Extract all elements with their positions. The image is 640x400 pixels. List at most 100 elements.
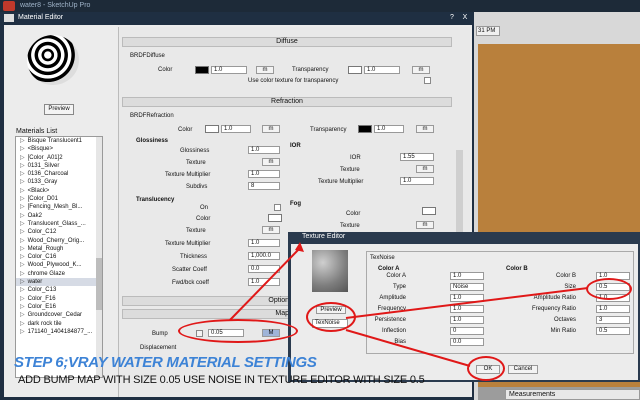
fog-texture-button[interactable]: m	[416, 221, 434, 229]
list-item[interactable]: ▷ [Fencing_Mesh_Bl...	[16, 203, 102, 211]
list-item[interactable]: ▷ [Color_A01]2	[16, 154, 102, 162]
tex-param-field[interactable]: 3	[596, 316, 630, 324]
translucency-color-swatch[interactable]	[268, 214, 282, 222]
tex-param-label: Persistence	[374, 317, 406, 323]
expand-arrow-icon[interactable]: ▷	[20, 171, 25, 177]
translucency-texture-multiplier-field[interactable]: 1.0	[248, 239, 280, 247]
subdivs-field[interactable]: 8	[248, 182, 280, 190]
expand-arrow-icon[interactable]: ▷	[20, 238, 25, 244]
diffuse-color-swatch[interactable]	[195, 66, 209, 74]
expand-arrow-icon[interactable]: ▷	[20, 271, 25, 277]
fog-color-swatch[interactable]	[422, 207, 436, 215]
materials-scroll-thumb[interactable]	[96, 258, 102, 310]
help-button[interactable]: ?	[447, 13, 457, 22]
list-item[interactable]: ▷ Color_C12	[16, 228, 102, 236]
refraction-transparency-field[interactable]: 1.0	[374, 125, 404, 133]
list-item[interactable]: ▷ Color_C13	[16, 286, 102, 294]
ior-field[interactable]: 1.55	[400, 153, 434, 161]
ior-texture-button[interactable]: m	[416, 165, 434, 173]
translucency-on-checkbox[interactable]	[274, 204, 281, 211]
expand-arrow-icon[interactable]: ▷	[20, 146, 25, 152]
expand-arrow-icon[interactable]: ▷	[20, 296, 25, 302]
materials-list[interactable]: ▷ Bisque Translucent1 ▷ <Bisque> ▷ [Color_A01…	[15, 136, 103, 378]
expand-arrow-icon[interactable]: ▷	[20, 279, 25, 285]
list-item[interactable]: ▷ dark rock tile	[16, 320, 102, 328]
expand-arrow-icon[interactable]: ▷	[20, 287, 25, 293]
preview-button[interactable]: Preview	[44, 104, 74, 115]
refraction-section-header[interactable]: Refraction	[122, 97, 452, 107]
list-item[interactable]: ▷ Translucent_Glass_...	[16, 220, 102, 228]
diffuse-transparency-map-button[interactable]: m	[412, 66, 430, 74]
list-item[interactable]: ▷ 171140_1404184877_...	[16, 328, 102, 336]
refraction-transparency-map-button[interactable]: m	[416, 125, 434, 133]
diffuse-color-field[interactable]: 1.0	[211, 66, 247, 74]
expand-arrow-icon[interactable]: ▷	[20, 204, 25, 210]
list-item[interactable]: ▷ Groundcover_Cedar	[16, 311, 102, 319]
fwd-bck-coeff-field[interactable]: 1.0	[248, 278, 280, 286]
expand-arrow-icon[interactable]: ▷	[20, 188, 25, 194]
list-item[interactable]: ▷ [Color_D01	[16, 195, 102, 203]
glossiness-texture-button[interactable]: m	[262, 158, 280, 166]
use-color-texture-checkbox[interactable]	[424, 77, 431, 84]
expand-arrow-icon[interactable]: ▷	[20, 254, 25, 260]
diffuse-transparency-field[interactable]: 1.0	[364, 66, 400, 74]
refraction-transparency-swatch[interactable]	[358, 125, 372, 133]
refraction-color-swatch[interactable]	[205, 125, 219, 133]
list-item[interactable]: ▷ <Black>	[16, 187, 102, 195]
list-item[interactable]: ▷ Color_E16	[16, 303, 102, 311]
maps-section-header[interactable]: Map	[122, 309, 292, 319]
list-item[interactable]: ▷ 0133_Gray	[16, 178, 102, 186]
materials-scrollbar[interactable]	[96, 137, 102, 377]
tex-param-field[interactable]: 1.0	[596, 305, 630, 313]
refraction-color-field[interactable]: 1.0	[221, 125, 251, 133]
expand-arrow-icon[interactable]: ▷	[20, 163, 25, 169]
expand-arrow-icon[interactable]: ▷	[20, 155, 25, 161]
expand-arrow-icon[interactable]: ▷	[20, 229, 25, 235]
expand-arrow-icon[interactable]: ▷	[20, 304, 25, 310]
list-item[interactable]: ▷ Color_C16	[16, 253, 102, 261]
expand-arrow-icon[interactable]: ▷	[20, 196, 25, 202]
thickness-field[interactable]: 1,000.0	[248, 252, 280, 260]
expand-arrow-icon[interactable]: ▷	[20, 312, 25, 318]
glossiness-texture-multiplier-field[interactable]: 1.0	[248, 170, 280, 178]
tex-param-field[interactable]: 1.0	[450, 316, 484, 324]
measurements-box[interactable]: Measurements	[505, 389, 640, 400]
expand-arrow-icon[interactable]: ▷	[20, 321, 25, 327]
list-item[interactable]: ▷ Bisque Translucent1	[16, 137, 102, 145]
expand-arrow-icon[interactable]: ▷	[20, 221, 25, 227]
expand-arrow-icon[interactable]: ▷	[20, 262, 25, 268]
list-item[interactable]: ▷ Oak2	[16, 212, 102, 220]
tex-param-field[interactable]: 1.0	[450, 272, 484, 280]
ior-texture-multiplier-field[interactable]: 1.0	[400, 177, 434, 185]
expand-arrow-icon[interactable]: ▷	[20, 329, 25, 335]
tex-param-field[interactable]: 1.0	[450, 305, 484, 313]
tex-param-field[interactable]: 0.0	[450, 338, 484, 346]
tex-param-field[interactable]: 0	[450, 327, 484, 335]
list-item[interactable]: ▷ 0131_Silver	[16, 162, 102, 170]
list-item[interactable]: ▷ 0136_Charcoal	[16, 170, 102, 178]
cancel-button[interactable]: Cancel	[508, 365, 538, 374]
list-item[interactable]: ▷ Color_F16	[16, 295, 102, 303]
diffuse-transparency-swatch[interactable]	[348, 66, 362, 74]
tex-param-field[interactable]: 1.0	[450, 294, 484, 302]
translucency-texture-button[interactable]: m	[262, 226, 280, 234]
diffuse-color-map-button[interactable]: m	[256, 66, 274, 74]
glossiness-field[interactable]: 1.0	[248, 146, 280, 154]
tex-param-field[interactable]: Noise	[450, 283, 484, 291]
list-item[interactable]: ▷ <Bisque>	[16, 145, 102, 153]
list-item[interactable]: ▷ water	[16, 278, 102, 287]
diffuse-section-header[interactable]: Diffuse	[122, 37, 452, 47]
list-item[interactable]: ▷ Wood_Plywood_K...	[16, 261, 102, 269]
list-item[interactable]: ▷ chrome Glaze	[16, 270, 102, 278]
list-item[interactable]: ▷ Wood_Cherry_Orig...	[16, 237, 102, 245]
close-button[interactable]: X	[460, 13, 470, 22]
list-item[interactable]: ▷ Metal_Rough	[16, 245, 102, 253]
expand-arrow-icon[interactable]: ▷	[20, 138, 25, 144]
tex-param-field[interactable]: 0.5	[596, 327, 630, 335]
expand-arrow-icon[interactable]: ▷	[20, 246, 25, 252]
expand-arrow-icon[interactable]: ▷	[20, 179, 25, 185]
options-section-header[interactable]: Option	[122, 296, 292, 306]
refraction-color-map-button[interactable]: m	[262, 125, 280, 133]
scatter-coeff-field[interactable]: 0.0	[248, 265, 280, 273]
expand-arrow-icon[interactable]: ▷	[20, 213, 25, 219]
